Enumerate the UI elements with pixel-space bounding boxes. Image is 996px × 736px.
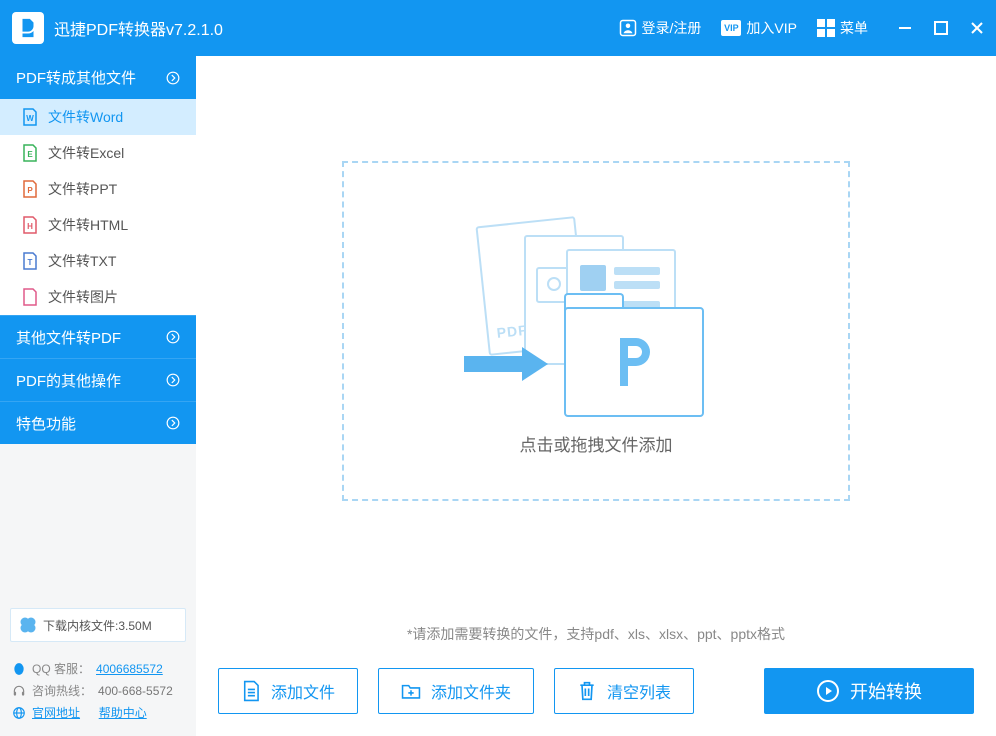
site-link[interactable]: 官网地址 bbox=[32, 702, 80, 724]
file-icon bbox=[241, 680, 261, 702]
svg-text:E: E bbox=[27, 150, 33, 159]
menu-button[interactable]: 菜单 bbox=[817, 18, 868, 38]
file-type-icon bbox=[22, 288, 38, 306]
sidebar-item[interactable]: W文件转Word bbox=[0, 99, 196, 135]
vip-icon: VIP bbox=[721, 20, 741, 36]
headset-icon bbox=[12, 684, 26, 698]
menu-icon bbox=[817, 19, 835, 37]
titlebar: 迅捷PDF转换器v7.2.1.0 登录/注册 VIP 加入VIP 菜单 bbox=[0, 0, 996, 56]
bottom-bar: 添加文件 添加文件夹 清空列表 开始转换 bbox=[196, 650, 996, 736]
download-kernel-row[interactable]: 下载内核文件:3.50M bbox=[10, 608, 186, 642]
sidebar-section-pdf-to-other[interactable]: PDF转成其他文件 bbox=[0, 56, 196, 99]
sidebar-section-other-to-pdf[interactable]: 其他文件转PDF bbox=[0, 315, 196, 358]
add-file-button[interactable]: 添加文件 bbox=[218, 668, 358, 714]
trash-icon bbox=[577, 680, 597, 702]
sidebar-item[interactable]: T文件转TXT bbox=[0, 243, 196, 279]
main-area: PDF 点击或拖拽文件添加 bbox=[196, 56, 996, 736]
qq-link[interactable]: 4006685572 bbox=[96, 658, 163, 680]
app-title: 迅捷PDF转换器v7.2.1.0 bbox=[54, 16, 223, 40]
file-type-icon: E bbox=[22, 144, 38, 162]
hint-text: *请添加需要转换的文件，支持pdf、xls、xlsx、ppt、pptx格式 bbox=[196, 606, 996, 650]
play-icon bbox=[816, 679, 840, 703]
drop-label: 点击或拖拽文件添加 bbox=[520, 431, 673, 456]
globe-icon bbox=[12, 706, 26, 720]
sidebar-item[interactable]: H文件转HTML bbox=[0, 207, 196, 243]
help-link[interactable]: 帮助中心 bbox=[99, 702, 147, 724]
vip-button[interactable]: VIP 加入VIP bbox=[721, 18, 797, 38]
sidebar-item[interactable]: E文件转Excel bbox=[0, 135, 196, 171]
svg-text:W: W bbox=[26, 114, 34, 123]
chevron-right-icon bbox=[166, 71, 180, 85]
chevron-right-icon bbox=[166, 373, 180, 387]
svg-text:H: H bbox=[27, 222, 33, 231]
login-button[interactable]: 登录/注册 bbox=[619, 18, 702, 38]
maximize-button[interactable] bbox=[934, 21, 948, 35]
sidebar-item[interactable]: P文件转PPT bbox=[0, 171, 196, 207]
minimize-button[interactable] bbox=[898, 21, 912, 35]
drop-illustration: PDF bbox=[476, 207, 716, 407]
svg-text:T: T bbox=[28, 258, 33, 267]
sidebar: PDF转成其他文件 W文件转WordE文件转ExcelP文件转PPTH文件转HT… bbox=[0, 56, 196, 736]
sidebar-section-pdf-ops[interactable]: PDF的其他操作 bbox=[0, 358, 196, 401]
chevron-right-icon bbox=[166, 330, 180, 344]
sidebar-section-special[interactable]: 特色功能 bbox=[0, 401, 196, 444]
start-convert-button[interactable]: 开始转换 bbox=[764, 668, 974, 714]
file-type-icon: W bbox=[22, 108, 38, 126]
chevron-right-icon bbox=[166, 416, 180, 430]
svg-text:P: P bbox=[27, 186, 33, 195]
folder-plus-icon bbox=[401, 680, 421, 702]
file-type-icon: H bbox=[22, 216, 38, 234]
app-logo bbox=[12, 12, 44, 44]
support-panel: QQ 客服： 4006685572 咨询热线： 400-668-5572 官网地… bbox=[0, 650, 196, 736]
sidebar-item[interactable]: 文件转图片 bbox=[0, 279, 196, 315]
file-type-icon: T bbox=[22, 252, 38, 270]
drop-zone[interactable]: PDF 点击或拖拽文件添加 bbox=[342, 161, 850, 501]
user-icon bbox=[619, 19, 637, 37]
qq-icon bbox=[12, 662, 26, 676]
add-folder-button[interactable]: 添加文件夹 bbox=[378, 668, 534, 714]
close-button[interactable] bbox=[970, 21, 984, 35]
download-icon bbox=[19, 616, 37, 634]
file-type-icon: P bbox=[22, 180, 38, 198]
clear-list-button[interactable]: 清空列表 bbox=[554, 668, 694, 714]
